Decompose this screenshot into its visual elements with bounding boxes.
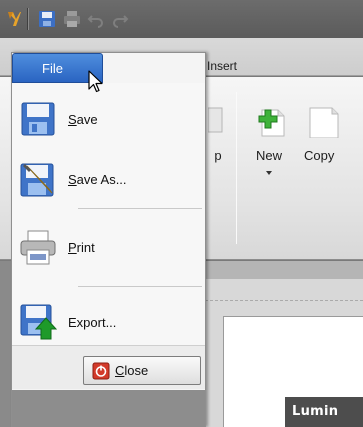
ruler-strip: [205, 261, 363, 279]
menu-shadow-area: [12, 390, 205, 427]
menu-item-label: Save As...: [68, 171, 127, 187]
mouse-cursor-icon: [88, 70, 106, 97]
copy-icon: [309, 107, 339, 138]
menu-separator: [78, 208, 202, 209]
quick-save-icon[interactable]: [37, 9, 57, 29]
menu-item-label: Export...: [68, 314, 117, 330]
ribbon-copy-label: Copy: [304, 148, 335, 163]
ribbon-new-button[interactable]: New: [247, 104, 291, 175]
printer-icon: [18, 227, 58, 267]
close-button-label: Close: [115, 363, 149, 378]
menu-item-print[interactable]: Print: [18, 224, 203, 270]
menu-item-label: Save: [68, 111, 98, 127]
chevron-down-icon[interactable]: [266, 171, 272, 175]
ribbon-partial-label: p: [214, 148, 222, 163]
ribbon-new-label: New: [255, 148, 282, 163]
menu-item-export[interactable]: Export...: [18, 299, 203, 345]
undo-icon[interactable]: [86, 9, 106, 29]
page-guide-line: [205, 300, 363, 301]
close-icon: [92, 362, 110, 379]
menu-separator: [78, 286, 202, 287]
ribbon-group-separator: [236, 92, 237, 244]
ribbon-partial-button[interactable]: p: [205, 104, 231, 163]
ribbon-copy-button[interactable]: Copy: [302, 104, 362, 163]
partial-icon: [208, 107, 223, 133]
redo-icon[interactable]: [110, 9, 130, 29]
app-logo-icon[interactable]: [4, 9, 24, 29]
export-icon: [18, 302, 58, 342]
file-tab-label: File: [42, 60, 63, 76]
menu-item-save-as[interactable]: Save As...: [18, 156, 203, 202]
menu-item-save[interactable]: Save: [18, 96, 203, 142]
new-page-icon: [258, 109, 285, 137]
close-button[interactable]: Close: [83, 356, 201, 385]
save-icon: [18, 99, 58, 139]
menu-item-label: Print: [68, 239, 95, 255]
document-title: Lumin: [292, 404, 339, 419]
save-as-icon: [18, 159, 58, 199]
quick-print-icon[interactable]: [62, 9, 82, 29]
tab-insert[interactable]: Insert: [207, 59, 237, 73]
toolbar-separator: [27, 8, 29, 30]
